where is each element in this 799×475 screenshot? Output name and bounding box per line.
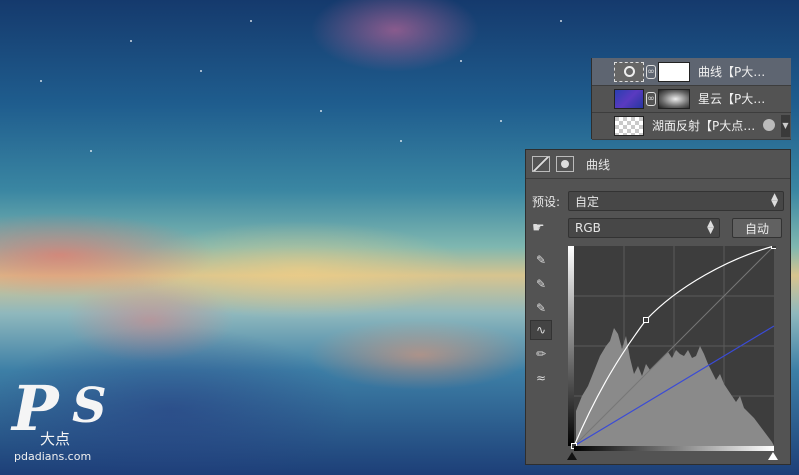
visibility-toggle[interactable] [592, 58, 614, 85]
output-gradient-bar [568, 246, 574, 446]
link-icon[interactable]: ∞ [646, 91, 656, 106]
curves-graph[interactable] [568, 246, 776, 452]
curve-edit-icon[interactable]: ∿ [530, 320, 552, 340]
input-gradient-bar [574, 446, 774, 451]
layer-mask-thumbnail[interactable] [658, 61, 690, 82]
preset-value: 自定 [575, 194, 600, 209]
svg-text:S: S [72, 378, 107, 434]
watermark: P S 大点 pdadians.com [10, 372, 120, 470]
target-adjust-icon[interactable]: ☛ [532, 220, 568, 236]
curves-adjustment-icon [614, 61, 644, 82]
layer-row-lake[interactable]: 湖面反射【P大点… [592, 112, 791, 140]
select-arrows-icon: ▲ ▼ [771, 192, 778, 209]
smooth-icon[interactable]: ≈ [530, 368, 552, 388]
layer-name[interactable]: 星云【P大… [698, 90, 765, 107]
white-point-eyedropper-icon[interactable]: ✎ [530, 298, 552, 318]
lake-thumbnail [614, 115, 644, 136]
smart-object-icon [763, 119, 775, 131]
watermark-url: pdadians.com [14, 450, 92, 463]
channel-select[interactable]: RGB ▲ ▼ [568, 218, 720, 238]
properties-header: 曲线 [526, 150, 790, 179]
channel-value: RGB [575, 221, 601, 235]
layer-name[interactable]: 湖面反射【P大点… [652, 117, 755, 134]
mask-panel-icon[interactable] [556, 156, 574, 172]
curves-panel-icon[interactable] [532, 156, 550, 172]
properties-title: 曲线 [586, 157, 611, 172]
pencil-icon[interactable]: ✏ [530, 344, 552, 364]
svg-text:大点: 大点 [40, 430, 70, 448]
auto-button[interactable]: 自动 [732, 218, 782, 238]
layer-row-nebula[interactable]: ∞ 星云【P大… [592, 85, 791, 113]
black-point-eyedropper-icon[interactable]: ✎ [530, 250, 552, 270]
layer-mask-thumbnail[interactable] [658, 88, 690, 109]
layer-name[interactable]: 曲线【P大… [698, 63, 765, 80]
visibility-toggle[interactable] [592, 85, 614, 112]
white-slider-icon[interactable] [768, 452, 778, 460]
link-icon[interactable]: ∞ [646, 64, 656, 79]
scroll-down-icon[interactable]: ▼ [781, 115, 790, 137]
properties-panel: 曲线 预设: 自定 ▲ ▼ ☛ RGB ▲ ▼ 自动 ✎ ✎ ✎ ∿ ✏ ≈ [525, 149, 791, 465]
channel-row: ☛ RGB ▲ ▼ 自动 [532, 218, 782, 238]
nebula-thumbnail [614, 88, 644, 109]
curve-control-point[interactable] [771, 246, 777, 249]
layers-panel: ∞ 曲线【P大… ∞ 星云【P大… 湖面反射【P大点… ▼ [591, 58, 791, 140]
visibility-toggle[interactable] [592, 112, 614, 139]
preset-select[interactable]: 自定 ▲ ▼ [568, 191, 784, 211]
curve-control-point[interactable] [643, 317, 649, 323]
layer-row-curves[interactable]: ∞ 曲线【P大… [592, 58, 791, 86]
select-arrows-icon: ▲ ▼ [707, 219, 714, 236]
gray-point-eyedropper-icon[interactable]: ✎ [530, 274, 552, 294]
black-slider-icon[interactable] [567, 452, 577, 460]
preset-row: 预设: 自定 ▲ ▼ [532, 191, 784, 211]
preset-label: 预设: [532, 194, 561, 209]
